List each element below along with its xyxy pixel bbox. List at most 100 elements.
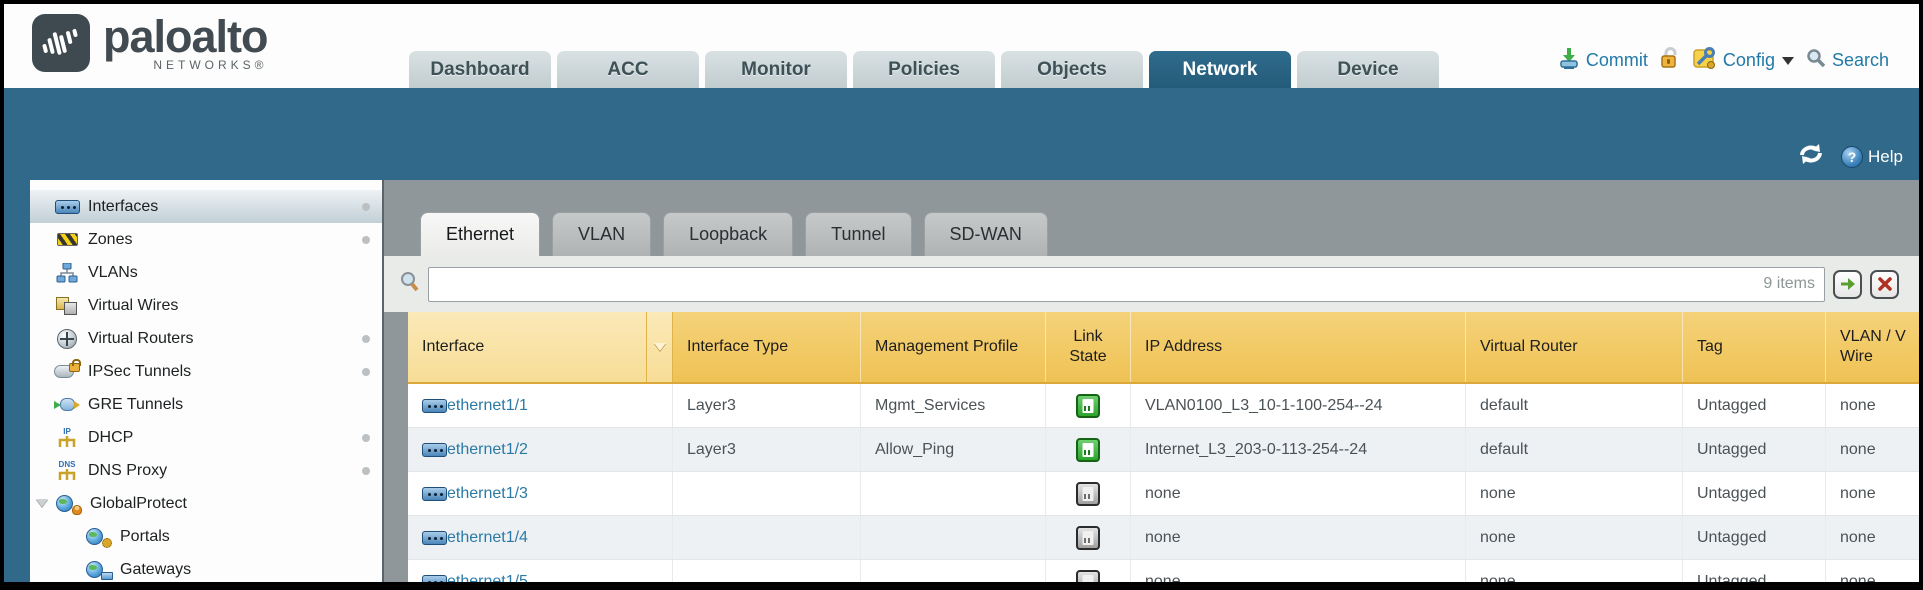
apply-filter-button[interactable] — [1833, 270, 1862, 299]
column-header-interface-type[interactable]: Interface Type — [673, 312, 861, 382]
cell-vlan-wire: none — [1826, 428, 1919, 471]
column-header-tag[interactable]: Tag — [1683, 312, 1826, 382]
sidebar-item-portals[interactable]: Portals — [30, 520, 382, 553]
sidebar-item-zones[interactable]: Zones — [30, 223, 382, 256]
tab-network[interactable]: Network — [1149, 51, 1291, 88]
cell-management-profile — [861, 560, 1046, 582]
cell-interface-type: Layer3 — [673, 428, 861, 471]
cell-virtual-router: none — [1466, 560, 1683, 582]
sidebar-item-globalprotect[interactable]: GlobalProtect — [30, 487, 382, 520]
options-dot-icon — [362, 335, 370, 343]
network-sidebar: Interfaces Zones VLANs Virtual Wires — [30, 180, 382, 582]
help-button[interactable]: ? Help — [1841, 146, 1903, 168]
table-row[interactable]: ethernet1/5 none none Untagged none — [408, 560, 1919, 582]
cell-management-profile: Allow_Ping — [861, 428, 1046, 471]
brand-name: paloalto — [103, 14, 268, 60]
cell-virtual-router: none — [1466, 472, 1683, 515]
sidebar-item-virtual-wires[interactable]: Virtual Wires — [30, 289, 382, 322]
sidebar-item-vlans[interactable]: VLANs — [30, 256, 382, 289]
cell-vlan-wire: none — [1826, 560, 1919, 582]
tab-dashboard[interactable]: Dashboard — [409, 51, 551, 88]
column-header-vlan-wire[interactable]: VLAN / V Wire — [1826, 312, 1919, 382]
search-icon — [1805, 47, 1827, 74]
column-header-link-state[interactable]: Link State — [1046, 312, 1131, 382]
virtual-wires-icon — [54, 297, 80, 315]
dns-proxy-icon: DNS — [54, 461, 80, 481]
column-header-management-profile[interactable]: Management Profile — [861, 312, 1046, 382]
interface-subtabs: Ethernet VLAN Loopback Tunnel SD-WAN — [384, 180, 1919, 256]
subtab-ethernet[interactable]: Ethernet — [420, 212, 540, 256]
subtab-loopback[interactable]: Loopback — [663, 212, 793, 256]
panos-window: paloalto NETWORKS® Dashboard ACC Monitor… — [0, 0, 1923, 590]
dhcp-icon: IP — [54, 428, 80, 448]
table-row[interactable]: ethernet1/4 none none Untagged none — [408, 516, 1919, 560]
sidebar-item-gre-tunnels[interactable]: GRE Tunnels — [30, 388, 382, 421]
tab-policies[interactable]: Policies — [853, 51, 995, 88]
interface-link[interactable]: ethernet1/3 — [447, 485, 528, 503]
config-menu-button[interactable]: Config — [1692, 46, 1794, 75]
column-menu-button[interactable] — [646, 312, 672, 382]
sidebar-item-dns-proxy[interactable]: DNS DNS Proxy — [30, 454, 382, 487]
cell-interface-type — [673, 472, 861, 515]
secondary-header-band: ? Help — [4, 88, 1919, 180]
tab-objects[interactable]: Objects — [1001, 51, 1143, 88]
config-label: Config — [1723, 50, 1775, 71]
sidebar-item-dhcp[interactable]: IP DHCP — [30, 421, 382, 454]
filter-search-icon — [398, 270, 420, 299]
column-header-interface[interactable]: Interface — [408, 312, 673, 382]
cell-ip-address: none — [1131, 560, 1466, 582]
header-utilities: Commit — [1557, 46, 1889, 75]
ethernet-interface-icon — [422, 487, 447, 501]
sidebar-item-label: Virtual Routers — [88, 330, 194, 348]
interface-link[interactable]: ethernet1/1 — [447, 397, 528, 415]
column-header-ip-address[interactable]: IP Address — [1131, 312, 1466, 382]
options-dot-icon — [362, 434, 370, 442]
ethernet-interface-icon — [422, 575, 447, 583]
cell-management-profile — [861, 516, 1046, 559]
table-row[interactable]: ethernet1/2 Layer3 Allow_Ping Internet_L… — [408, 428, 1919, 472]
ethernet-interface-icon — [422, 443, 447, 457]
subtab-tunnel[interactable]: Tunnel — [805, 212, 911, 256]
table-row[interactable]: ethernet1/3 none none Untagged none — [408, 472, 1919, 516]
column-header-virtual-router[interactable]: Virtual Router — [1466, 312, 1683, 382]
sidebar-item-virtual-routers[interactable]: Virtual Routers — [30, 322, 382, 355]
commit-button[interactable]: Commit — [1557, 46, 1648, 75]
filter-input[interactable] — [428, 267, 1825, 302]
config-icon — [1692, 46, 1718, 75]
sidebar-item-label: Gateways — [120, 561, 191, 579]
cell-virtual-router: default — [1466, 384, 1683, 427]
tab-device[interactable]: Device — [1297, 51, 1439, 88]
options-dot-icon — [362, 236, 370, 244]
tab-monitor[interactable]: Monitor — [705, 51, 847, 88]
cell-link-state — [1046, 472, 1131, 515]
clear-filter-button[interactable] — [1870, 270, 1899, 299]
interface-link[interactable]: ethernet1/4 — [447, 529, 528, 547]
sidebar-item-label: DNS Proxy — [88, 462, 167, 480]
zones-icon — [54, 233, 80, 246]
ethernet-interface-icon — [422, 531, 447, 545]
paloalto-logo: paloalto NETWORKS® — [32, 14, 268, 72]
cell-tag: Untagged — [1683, 560, 1826, 582]
table-row[interactable]: ethernet1/1 Layer3 Mgmt_Services VLAN010… — [408, 384, 1919, 428]
search-button[interactable]: Search — [1805, 47, 1889, 74]
tab-acc[interactable]: ACC — [557, 51, 699, 88]
cell-management-profile — [861, 472, 1046, 515]
sidebar-item-label: Virtual Wires — [88, 297, 178, 315]
table-header-row: Interface Interface Type Management Prof… — [408, 312, 1919, 384]
sidebar-item-interfaces[interactable]: Interfaces — [30, 190, 382, 223]
gre-tunnels-icon — [54, 397, 80, 413]
vlans-icon — [54, 263, 80, 283]
sidebar-item-label: DHCP — [88, 429, 133, 447]
subtab-sdwan[interactable]: SD-WAN — [924, 212, 1048, 256]
interface-link[interactable]: ethernet1/5 — [447, 573, 528, 583]
interface-link[interactable]: ethernet1/2 — [447, 441, 528, 459]
expander-triangle-icon[interactable] — [36, 499, 48, 507]
sidebar-item-gateways[interactable]: Gateways — [30, 553, 382, 582]
cell-tag: Untagged — [1683, 472, 1826, 515]
cell-link-state — [1046, 384, 1131, 427]
subtab-vlan[interactable]: VLAN — [552, 212, 651, 256]
paloalto-logo-text: paloalto NETWORKS® — [103, 14, 268, 72]
lock-button[interactable] — [1659, 46, 1681, 75]
sidebar-item-ipsec-tunnels[interactable]: IPSec Tunnels — [30, 355, 382, 388]
refresh-button[interactable] — [1797, 142, 1825, 171]
